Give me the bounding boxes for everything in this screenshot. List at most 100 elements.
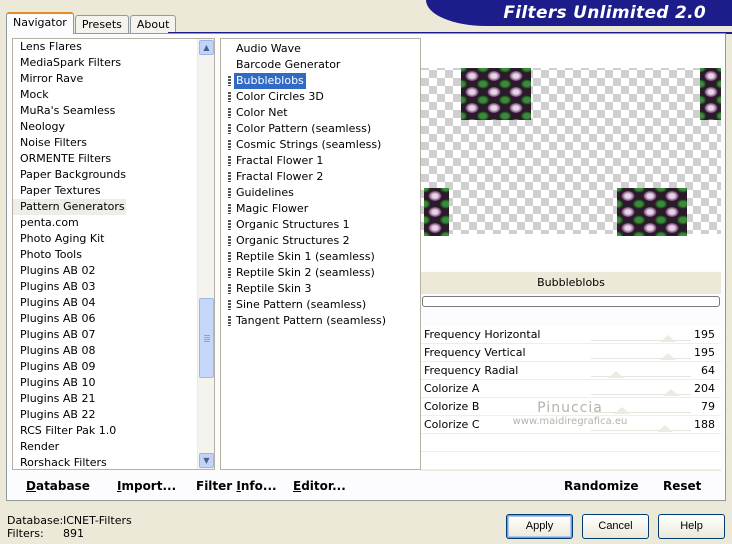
category-item[interactable]: Plugins AB 22 — [13, 407, 126, 423]
category-item[interactable]: Paper Textures — [13, 183, 126, 199]
category-item[interactable]: Plugins AB 09 — [13, 359, 126, 375]
scroll-up-button[interactable]: ▲ — [199, 40, 214, 55]
param-slider-knob[interactable] — [608, 371, 624, 378]
filter-item[interactable]: Color Net — [222, 105, 388, 121]
param-slider-knob[interactable] — [656, 425, 673, 432]
category-item[interactable]: Rorshack Filters — [13, 455, 126, 469]
category-item[interactable]: Photo Tools — [13, 247, 126, 263]
watermark-url: www.maidiregrafica.eu — [512, 416, 628, 427]
drag-grip-icon — [228, 316, 231, 326]
cancel-button[interactable]: Cancel — [582, 514, 649, 539]
filter-item-label: Color Circles 3D — [236, 90, 324, 103]
filter-list[interactable]: Audio Wave Barcode Generator Bubbleblobs Co… — [220, 38, 421, 470]
filter-item[interactable]: Bubbleblobs — [222, 73, 388, 89]
tab-navigator[interactable]: Navigator — [6, 12, 74, 34]
param-row[interactable]: Frequency Radial 64 — [421, 362, 721, 380]
filter-item[interactable]: Organic Structures 1 — [222, 217, 388, 233]
category-item[interactable]: Mock — [13, 87, 126, 103]
category-item[interactable]: penta.com — [13, 215, 126, 231]
database-button[interactable]: Database — [26, 472, 90, 500]
scroll-thumb[interactable] — [199, 298, 214, 378]
category-item[interactable]: Plugins AB 10 — [13, 375, 126, 391]
filter-item[interactable]: Barcode Generator — [222, 57, 388, 73]
filter-item[interactable]: Guidelines — [222, 185, 388, 201]
editor-button[interactable]: Editor... — [293, 472, 346, 500]
filter-item[interactable]: Tangent Pattern (seamless) — [222, 313, 388, 329]
accel-key: E — [293, 479, 302, 493]
category-item[interactable]: ORMENTE Filters — [13, 151, 126, 167]
filter-item-label: Guidelines — [236, 186, 294, 199]
progress-bar — [422, 296, 720, 307]
empty-param-row — [421, 452, 721, 470]
filter-info-button[interactable]: Filter Info... — [196, 472, 277, 500]
param-slider-track[interactable] — [591, 430, 691, 431]
category-item[interactable]: Plugins AB 21 — [13, 391, 126, 407]
filter-item[interactable]: Color Pattern (seamless) — [222, 121, 388, 137]
category-item[interactable]: Mirror Rave — [13, 71, 126, 87]
param-slider-track[interactable] — [591, 340, 691, 341]
category-item[interactable]: Plugins AB 07 — [13, 327, 126, 343]
param-value: 195 — [694, 328, 715, 341]
param-slider-track[interactable] — [591, 376, 691, 377]
filter-item[interactable]: Color Circles 3D — [222, 89, 388, 105]
filter-item-label: Organic Structures 2 — [236, 234, 350, 247]
tab-presets[interactable]: Presets — [74, 15, 129, 34]
category-item[interactable]: Paper Backgrounds — [13, 167, 126, 183]
category-item[interactable]: Pattern Generators — [13, 199, 127, 215]
filter-item[interactable]: Reptile Skin 1 (seamless) — [222, 249, 388, 265]
filter-item[interactable]: Fractal Flower 2 — [222, 169, 388, 185]
drag-grip-icon — [228, 284, 231, 294]
category-scrollbar[interactable]: ▲ ▼ — [197, 39, 214, 469]
drag-grip-icon — [228, 92, 231, 102]
button-label: ditor... — [301, 479, 346, 493]
category-item[interactable]: Neology — [13, 119, 126, 135]
filter-item[interactable]: Magic Flower — [222, 201, 388, 217]
category-item[interactable]: Plugins AB 04 — [13, 295, 126, 311]
category-list[interactable]: Lens Flares MediaSpark Filters Mirror Rave… — [12, 38, 215, 470]
preview-canvas — [421, 38, 721, 270]
filter-item-label: Fractal Flower 2 — [236, 170, 324, 183]
apply-button[interactable]: Apply — [506, 514, 573, 539]
preview-margin-bottom — [421, 234, 721, 270]
help-button[interactable]: Help — [658, 514, 725, 539]
category-item[interactable]: Plugins AB 02 — [13, 263, 126, 279]
category-item[interactable]: MediaSpark Filters — [13, 55, 126, 71]
category-item[interactable]: Photo Aging Kit — [13, 231, 126, 247]
preview-margin-top — [421, 38, 721, 68]
filter-item[interactable]: Organic Structures 2 — [222, 233, 388, 249]
drag-grip-icon — [228, 76, 231, 86]
category-item[interactable]: Plugins AB 06 — [13, 311, 126, 327]
param-row[interactable]: Frequency Vertical 195 — [421, 344, 721, 362]
filter-item[interactable]: Cosmic Strings (seamless) — [222, 137, 388, 153]
param-value: 64 — [701, 364, 715, 377]
filter-item[interactable]: Audio Wave — [222, 41, 388, 57]
category-item[interactable]: Plugins AB 03 — [13, 279, 126, 295]
category-item[interactable]: RCS Filter Pak 1.0 — [13, 423, 126, 439]
drag-grip-icon — [228, 140, 231, 150]
scroll-down-button[interactable]: ▼ — [199, 453, 214, 468]
param-slider-knob[interactable] — [659, 335, 676, 342]
drag-grip-icon — [228, 188, 231, 198]
filter-item[interactable]: Fractal Flower 1 — [222, 153, 388, 169]
database-label: Database: — [7, 514, 64, 527]
drag-grip-icon — [228, 252, 231, 262]
pattern-tile — [617, 188, 687, 236]
param-value: 188 — [694, 418, 715, 431]
category-item[interactable]: Render — [13, 439, 126, 455]
category-item[interactable]: Noise Filters — [13, 135, 126, 151]
import-button[interactable]: Import... — [117, 472, 176, 500]
randomize-button[interactable]: Randomize — [564, 472, 638, 500]
drag-grip-icon — [228, 172, 231, 182]
param-row[interactable]: Frequency Horizontal 195 — [421, 326, 721, 344]
param-slider-knob[interactable] — [663, 389, 679, 396]
reset-button[interactable]: Reset — [663, 472, 701, 500]
param-slider-knob[interactable] — [659, 353, 676, 360]
filter-item[interactable]: Reptile Skin 2 (seamless) — [222, 265, 388, 281]
param-slider-track[interactable] — [591, 358, 691, 359]
param-row[interactable]: Colorize A 204 — [421, 380, 721, 398]
filter-item[interactable]: Reptile Skin 3 — [222, 281, 388, 297]
category-item[interactable]: MuRa's Seamless — [13, 103, 126, 119]
category-item[interactable]: Plugins AB 08 — [13, 343, 126, 359]
category-item[interactable]: Lens Flares — [13, 39, 126, 55]
filter-item[interactable]: Sine Pattern (seamless) — [222, 297, 388, 313]
